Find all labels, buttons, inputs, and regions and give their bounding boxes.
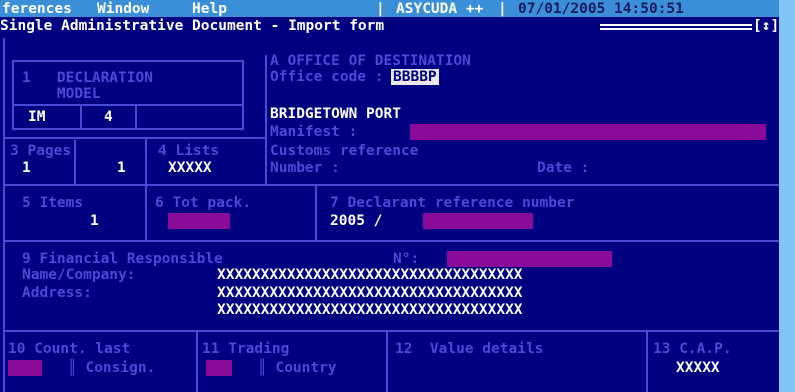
- trading-field[interactable]: [206, 360, 232, 376]
- pages-total: 1: [117, 160, 126, 176]
- address-line-1[interactable]: XXXXXXXXXXXXXXXXXXXXXXXXXXXXXXXXXXX: [217, 285, 523, 301]
- name-company-field[interactable]: XXXXXXXXXXXXXXXXXXXXXXXXXXXXXXXXXXX: [217, 267, 523, 283]
- menu-separator: |: [498, 1, 507, 17]
- declarant-ref-label: 7 Declarant reference number: [330, 195, 575, 211]
- divider: [3, 240, 779, 242]
- pages-label: 3 Pages: [10, 143, 72, 159]
- divider: [646, 330, 648, 392]
- pages-sep: [74, 140, 76, 184]
- trading-label: 11 Trading: [202, 341, 290, 357]
- divider: [3, 330, 779, 332]
- menu-item-help[interactable]: Help: [192, 1, 227, 17]
- divider: [3, 137, 265, 139]
- lists-value: XXXXX: [168, 160, 212, 176]
- declaration-type[interactable]: IM: [28, 109, 45, 125]
- menu-bar: ferences Window Help | ASYCUDA ++ | 07/0…: [0, 0, 779, 17]
- customs-number-label: Number :: [270, 160, 340, 176]
- value-details-label: 12 Value details: [395, 341, 544, 357]
- title-rule: [600, 24, 752, 26]
- count-last-field[interactable]: [8, 360, 42, 376]
- resize-icon[interactable]: [↕]: [753, 18, 779, 34]
- declaration-box-left: [12, 60, 14, 130]
- divider: [145, 184, 147, 240]
- cap-label: 13 C.A.P.: [653, 341, 732, 357]
- declaration-box-sep: [135, 104, 137, 128]
- items-label: 5 Items: [22, 195, 84, 211]
- window-title: Single Administrative Document - Import …: [0, 18, 385, 34]
- financial-no-field[interactable]: [447, 251, 612, 267]
- divider: [196, 330, 198, 392]
- tot-pack-label: 6 Tot pack.: [155, 195, 252, 211]
- menu-item-preferences[interactable]: ferences: [2, 1, 72, 17]
- trading-sublabel: ║ Country: [258, 360, 337, 376]
- financial-label: 9 Financial Responsible: [22, 251, 223, 267]
- app-name: ASYCUDA ++: [396, 1, 484, 17]
- menu-separator: |: [376, 1, 385, 17]
- declaration-box-mid: [12, 104, 244, 106]
- count-last-sublabel: ║ Consign.: [68, 360, 156, 376]
- manifest-label: Manifest :: [270, 124, 358, 140]
- pages-current: 1: [22, 160, 31, 176]
- divider: [265, 55, 267, 184]
- office-code-label: Office code :: [270, 69, 384, 85]
- declaration-label: 1 DECLARATION: [22, 70, 153, 86]
- divider: [315, 184, 317, 240]
- divider: [3, 184, 779, 186]
- office-code-field[interactable]: BBBBP: [391, 69, 439, 85]
- asycuda-screen: ferences Window Help | ASYCUDA ++ | 07/0…: [0, 0, 779, 392]
- declaration-label-model: MODEL: [22, 86, 101, 102]
- declaration-box-sep: [80, 104, 82, 128]
- divider: [386, 330, 388, 392]
- declarant-ref-field[interactable]: [423, 213, 533, 229]
- window-title-bar: Single Administrative Document - Import …: [0, 17, 779, 34]
- manifest-field[interactable]: [410, 124, 766, 140]
- office-destination-label: A OFFICE OF DESTINATION: [270, 53, 471, 69]
- menu-item-window[interactable]: Window: [97, 1, 149, 17]
- address-label: Address:: [22, 285, 92, 301]
- declaration-box-top: [12, 60, 244, 62]
- financial-no-label: N°:: [393, 251, 420, 267]
- cap-value: XXXXX: [676, 360, 720, 376]
- outer-frame-right: [779, 0, 795, 392]
- office-name: BRIDGETOWN PORT: [270, 106, 401, 122]
- declaration-model[interactable]: 4: [104, 109, 113, 125]
- customs-date-label: Date :: [537, 160, 590, 176]
- address-line-2[interactable]: XXXXXXXXXXXXXXXXXXXXXXXXXXXXXXXXXXX: [217, 302, 523, 318]
- declaration-box-right: [242, 60, 244, 130]
- declaration-box-bottom: [12, 128, 244, 130]
- tot-pack-field[interactable]: [168, 213, 230, 229]
- name-company-label: Name/Company:: [22, 267, 136, 283]
- customs-reference-label: Customs reference: [270, 143, 419, 159]
- lists-label: 4 Lists: [158, 143, 220, 159]
- items-value: 1: [90, 213, 99, 229]
- left-border: [3, 38, 5, 392]
- title-rule: [600, 28, 752, 30]
- declarant-ref-year: 2005 /: [330, 213, 383, 229]
- count-last-label: 10 Count. last: [8, 341, 131, 357]
- divider: [145, 137, 147, 184]
- datetime: 07/01/2005 14:50:51: [518, 1, 684, 17]
